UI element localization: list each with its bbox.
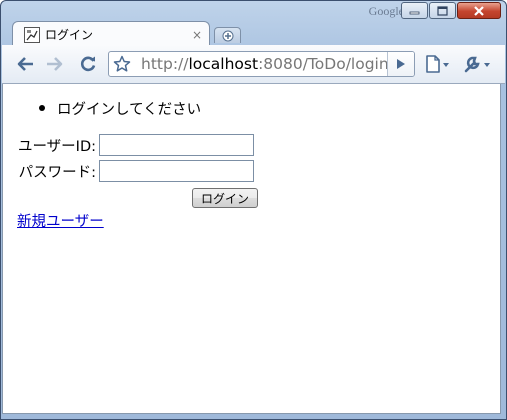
tab-close-icon[interactable]: × bbox=[192, 28, 202, 42]
message-list: ログインしてください bbox=[39, 98, 201, 119]
password-row: パスワード: bbox=[3, 160, 254, 182]
navigation-toolbar: http://localhost:8080/ToDo/login bbox=[2, 45, 505, 84]
url-path: :8080/ToDo/login bbox=[258, 55, 389, 73]
close-icon bbox=[474, 5, 484, 16]
back-arrow-icon bbox=[17, 57, 33, 71]
browser-window: Google ログイン × http://localhost:8080/ToDo… bbox=[0, 0, 507, 420]
message-text: ログインしてください bbox=[57, 102, 202, 118]
url-host: localhost bbox=[188, 55, 259, 73]
url-scheme: http:// bbox=[141, 55, 189, 73]
minimize-icon bbox=[409, 11, 420, 14]
page-menu-icon bbox=[426, 55, 449, 73]
maximize-button[interactable] bbox=[429, 2, 456, 19]
page-menu-button[interactable] bbox=[423, 53, 453, 75]
reload-button[interactable] bbox=[76, 53, 100, 75]
forward-arrow-icon bbox=[47, 57, 63, 71]
forward-button[interactable] bbox=[43, 53, 65, 75]
message-item: ログインしてください bbox=[39, 98, 201, 119]
url-text[interactable]: http://localhost:8080/ToDo/login bbox=[141, 55, 389, 73]
reload-icon bbox=[80, 56, 96, 72]
plus-icon bbox=[222, 30, 233, 41]
tab-title: ログイン bbox=[45, 28, 94, 42]
maximize-icon bbox=[437, 5, 448, 16]
back-button[interactable] bbox=[15, 53, 37, 75]
page-favicon-icon bbox=[24, 26, 40, 43]
play-icon bbox=[397, 59, 405, 69]
userid-input[interactable] bbox=[99, 134, 254, 156]
password-label: パスワード: bbox=[18, 164, 96, 181]
userid-label: ユーザーID: bbox=[17, 138, 96, 155]
new-tab-button[interactable] bbox=[214, 27, 241, 43]
bullet-icon bbox=[39, 105, 45, 111]
tab-strip: ログイン × bbox=[1, 19, 506, 47]
new-user-link[interactable]: 新規ユーザー bbox=[17, 210, 104, 231]
userid-row: ユーザーID: bbox=[3, 134, 254, 156]
password-input[interactable] bbox=[99, 160, 254, 182]
page-content: ログインしてください ユーザーID: パスワード: ログイン 新規ユーザー bbox=[2, 84, 501, 414]
title-bar: Google bbox=[1, 1, 506, 21]
window-controls bbox=[401, 2, 501, 19]
wrench-icon bbox=[464, 56, 490, 73]
close-window-button[interactable] bbox=[457, 2, 501, 19]
login-button[interactable]: ログイン bbox=[192, 188, 258, 208]
brand-label: Google bbox=[368, 4, 404, 18]
bookmark-star-icon[interactable] bbox=[113, 55, 131, 76]
tab-login[interactable]: ログイン × bbox=[12, 21, 210, 47]
address-bar[interactable]: http://localhost:8080/ToDo/login bbox=[108, 51, 415, 77]
go-button[interactable] bbox=[387, 52, 414, 76]
tools-menu-button[interactable] bbox=[462, 53, 494, 75]
minimize-button[interactable] bbox=[401, 2, 428, 19]
